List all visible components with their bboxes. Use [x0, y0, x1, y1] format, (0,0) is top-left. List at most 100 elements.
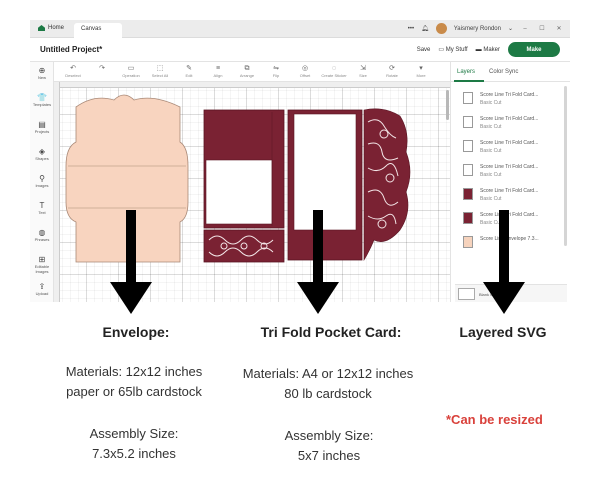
sidebar-item-phrases[interactable]: ◍ Phrases [30, 228, 54, 242]
toolbar-offset-button[interactable]: ◎ Offset [292, 65, 318, 78]
toolbar-align-button[interactable]: ≡ Align [205, 65, 231, 78]
toolbar-more-button[interactable]: ▾ More [408, 65, 434, 78]
layered-svg-heading: Layered SVG [459, 324, 547, 340]
layer-thumbnail [463, 92, 473, 104]
edit-toolbar: ↶ Deselect ↷ ▭ Operation ⬚ Select All ✎ Edit ≡ Ali… [54, 62, 450, 82]
tri-fold-lace-panel[interactable] [363, 108, 411, 262]
layer-operation: Basic Cut [480, 124, 502, 130]
layer-row[interactable]: Score Line Tri Fold Card... Basic Cut [455, 112, 563, 134]
sidebar-item-shapes[interactable]: ◈ Shapes [30, 147, 54, 161]
page-title[interactable]: Untitled Project* [40, 45, 102, 54]
toolbar-label: Align [213, 73, 223, 78]
editable-images-icon: ⊞ [38, 255, 46, 264]
notification-bell-icon[interactable]: 🔔︎ [421, 25, 429, 32]
project-header: Untitled Project* Save ▭ My Stuff ▬ Make… [30, 38, 570, 62]
images-icon: ⚲ [39, 174, 45, 183]
make-button[interactable]: Make [508, 42, 560, 57]
save-button[interactable]: Save [417, 47, 431, 53]
toolbar-operation-button[interactable]: ▭ Operation [118, 65, 144, 78]
maker-button[interactable]: ▬ Maker [476, 47, 500, 53]
toolbar-sticker-button[interactable]: ◌ Create Sticker [321, 65, 347, 78]
more-options-icon[interactable]: ••• [408, 26, 414, 32]
layer-thumbnail [463, 236, 473, 248]
toolbar-rotate-button[interactable]: ⟳ Rotate [379, 65, 405, 78]
toolbar-label: Deselect [65, 73, 81, 78]
sidebar-item-label: Phrases [34, 237, 50, 242]
toolbar-label: Create Sticker [321, 73, 347, 78]
sidebar-item-projects[interactable]: ▤ Projects [30, 120, 54, 134]
layer-operation: Basic Cut [480, 148, 502, 154]
layer-name: Score Line Tri Fold Card... [480, 116, 539, 122]
sidebar-item-label: Upload [35, 291, 49, 296]
shapes-icon: ◈ [38, 147, 46, 156]
layer-row[interactable]: Score Line Tri Fold Card... Basic Cut [455, 136, 563, 158]
tab-color-sync[interactable]: Color Sync [489, 69, 518, 75]
sidebar-item-images[interactable]: ⚲ Images [30, 174, 54, 188]
layer-thumbnail [463, 164, 473, 176]
toolbar-redo-button[interactable]: ↷ [89, 65, 115, 73]
sidebar-item-upload[interactable]: ⇪ Upload [30, 282, 54, 296]
layer-row[interactable]: Score Line Tri Fold Card... Basic Cut [455, 160, 563, 182]
close-button[interactable]: ✕ [554, 25, 564, 32]
rotate-icon: ⟳ [389, 65, 395, 72]
layer-name: Score Line Tri Fold Card... [480, 92, 539, 98]
toolbar-flip-button[interactable]: ⇋ Flip [263, 65, 289, 78]
toolbar-label: Arrange [239, 73, 255, 78]
undo-icon: ↶ [70, 65, 76, 72]
home-icon [38, 25, 45, 31]
sidebar-item-label: Images [35, 183, 49, 188]
toolbar-label: More [416, 73, 426, 78]
arrow-down-icon [483, 210, 525, 314]
phrases-icon: ◍ [38, 228, 46, 237]
minimize-button[interactable]: – [520, 26, 530, 32]
text-icon: T [39, 201, 45, 210]
size-icon: ⇲ [360, 65, 366, 72]
sidebar-item-label: Shapes [35, 156, 49, 161]
home-tab[interactable]: Home [38, 25, 64, 31]
arrange-icon: ⧉ [244, 65, 250, 72]
toolbar-undo-button[interactable]: ↶ Deselect [60, 65, 86, 78]
toolbar-label: Edit [185, 73, 193, 78]
offset-icon: ◎ [301, 65, 309, 72]
title-bar: Home Canvas ••• 🔔︎ Yaismery Rondon ⌄ – ☐… [30, 20, 570, 38]
toolbar-label: Select All [151, 73, 169, 78]
flip-icon: ⇋ [273, 65, 279, 72]
operation-icon: ▭ [127, 65, 135, 72]
canvas-swatch [458, 288, 475, 300]
sidebar-item-editable-images[interactable]: ⊞ Editable Images [30, 255, 54, 274]
my-stuff-button[interactable]: ▭ My Stuff [438, 46, 467, 53]
sidebar-item-text[interactable]: T Text [30, 201, 54, 215]
toolbar-select-all-button[interactable]: ⬚ Select All [147, 65, 173, 78]
toolbar-label: Flip [272, 73, 280, 78]
sticker-icon: ◌ [331, 65, 337, 72]
toolbar-size-button[interactable]: ⇲ Size [350, 65, 376, 78]
toolbar-arrange-button[interactable]: ⧉ Arrange [234, 65, 260, 78]
toolbar-label: Offset [299, 73, 311, 78]
layer-name: Score Line Tri Fold Card... [480, 164, 539, 170]
plus-icon: ⊕ [38, 66, 46, 75]
user-name[interactable]: Yaismery Rondon [454, 26, 501, 32]
layers-scrollbar[interactable] [564, 86, 567, 246]
layer-row[interactable]: Score Line Tri Fold Card... Basic Cut [455, 88, 563, 110]
select-all-icon: ⬚ [156, 65, 164, 72]
more-icon: ▾ [419, 65, 423, 72]
tri-fold-left-panel[interactable] [203, 109, 285, 263]
tri-fold-assembly: Assembly Size: 5x7 inches [284, 428, 374, 463]
arrow-down-icon [297, 210, 339, 314]
envelope-materials: Materials: 12x12 inches paper or 65lb ca… [65, 364, 203, 399]
canvas-tab[interactable]: Canvas [74, 23, 122, 38]
chevron-down-icon[interactable]: ⌄ [508, 25, 513, 32]
layer-row[interactable]: Score Line Tri Fold Card... Basic Cut [455, 184, 563, 206]
resize-note: *Can be resized [446, 412, 543, 427]
tab-layers[interactable]: Layers [457, 69, 475, 75]
toolbar-label: Operation [122, 73, 140, 78]
layer-thumbnail [463, 188, 473, 200]
toolbar-edit-button[interactable]: ✎ Edit [176, 65, 202, 78]
maximize-button[interactable]: ☐ [537, 25, 547, 32]
sidebar-item-new[interactable]: ⊕ New [30, 66, 54, 80]
sidebar-item-label: Templates [32, 102, 52, 107]
sidebar-item-templates[interactable]: 👕 Templates [30, 93, 54, 107]
arrow-down-icon [110, 210, 152, 314]
avatar[interactable] [435, 23, 447, 34]
tri-fold-materials: Materials: A4 or 12x12 inches 80 lb card… [242, 366, 414, 401]
